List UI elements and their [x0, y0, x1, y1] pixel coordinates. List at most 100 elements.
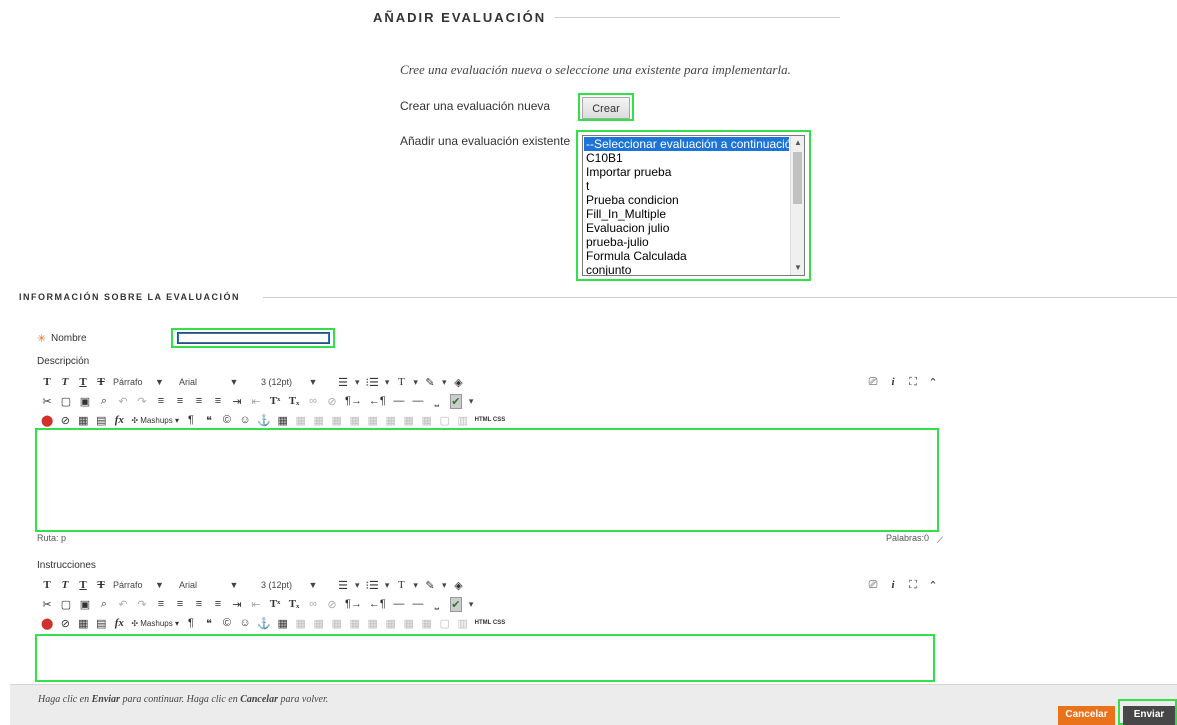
subscript-icon[interactable]: Tₓ [288, 598, 300, 610]
html-css-button[interactable]: HTML CSS [475, 417, 506, 423]
listbox-option[interactable]: Formula Calculada [584, 249, 789, 263]
anchor-icon[interactable]: ⚓ [257, 414, 271, 427]
table-col-before-icon[interactable]: ▦ [385, 617, 397, 630]
cancel-button[interactable]: Cancelar [1058, 706, 1115, 725]
copyright-icon[interactable]: © [221, 414, 233, 426]
emoticon-icon[interactable]: ☺ [239, 617, 251, 629]
line-icon[interactable]: — [412, 598, 424, 610]
table-col-delete-icon[interactable]: ▦ [421, 414, 433, 427]
listbox-option[interactable]: Prueba condicion [584, 193, 789, 207]
italic-icon[interactable]: T [59, 376, 71, 388]
fullscreen-icon[interactable]: ⛶ [907, 376, 919, 389]
media-icon[interactable]: ▤ [95, 617, 107, 630]
bullet-list-icon[interactable]: ☰ [337, 376, 349, 389]
eraser-icon[interactable]: ◈ [452, 579, 464, 592]
table-row-delete-icon[interactable]: ▦ [367, 414, 379, 427]
bullet-list-icon[interactable]: ☰ [337, 579, 349, 592]
paste-icon[interactable]: ▣ [79, 395, 91, 408]
listbox-scrollbar[interactable]: ▲ ▼ [790, 136, 804, 275]
highlight-icon[interactable]: ✎ [424, 579, 436, 592]
create-button[interactable]: Crear [582, 97, 630, 119]
redo-icon[interactable]: ↷ [136, 395, 148, 408]
table-row-insert-icon[interactable]: ▦ [331, 617, 343, 630]
justify-icon[interactable]: ≡ [212, 395, 224, 407]
paragraph-mark-icon[interactable]: ¶ [185, 617, 197, 629]
align-left-icon[interactable]: ≡ [155, 395, 167, 407]
line-icon[interactable]: — [412, 395, 424, 407]
copy-icon[interactable]: ▢ [60, 598, 72, 611]
paragraph-select[interactable]: Párrafo ▼ [113, 580, 173, 590]
preview-icon[interactable]: ⎚ [867, 579, 879, 592]
attach-icon[interactable]: ⊘ [59, 414, 71, 427]
description-editor[interactable] [38, 431, 936, 529]
instructions-editor[interactable] [38, 637, 932, 679]
formula-icon[interactable]: fx [113, 617, 125, 629]
chevron-down-icon[interactable]: ▾ [413, 377, 418, 388]
link-icon[interactable]: ∞ [307, 395, 319, 407]
unlink-icon[interactable]: ⊘ [326, 598, 338, 611]
listbox-option[interactable]: --Seleccionar evaluación a continuación-… [584, 137, 804, 151]
table-row-after-icon[interactable]: ▦ [349, 414, 361, 427]
align-center-icon[interactable]: ≡ [174, 395, 186, 407]
horizontal-rule-icon[interactable]: — [393, 598, 405, 610]
chevron-down-icon[interactable]: ▾ [385, 580, 390, 591]
font-select[interactable]: Arial ▼ [179, 580, 255, 590]
align-right-icon[interactable]: ≡ [193, 598, 205, 610]
nbsp-icon[interactable]: ⎵ [431, 395, 443, 408]
fullscreen-icon[interactable]: ⛶ [907, 579, 919, 592]
indent-icon[interactable]: ⇥ [231, 395, 243, 408]
text-color-icon[interactable]: T [395, 376, 407, 388]
indent-icon[interactable]: ⇥ [231, 598, 243, 611]
info-icon[interactable]: i [887, 579, 899, 591]
underline-icon[interactable]: T [77, 376, 89, 388]
text-color-icon[interactable]: T [395, 579, 407, 591]
ltr-icon[interactable]: ¶→ [345, 598, 362, 610]
undo-icon[interactable]: ↶ [117, 598, 129, 611]
collapse-icon[interactable]: ⌃ [927, 376, 939, 389]
chevron-down-icon[interactable]: ▾ [469, 396, 474, 407]
scroll-thumb[interactable] [793, 152, 802, 204]
eraser-icon[interactable]: ◈ [452, 376, 464, 389]
chevron-down-icon[interactable]: ▾ [442, 377, 447, 388]
table-col-after-icon[interactable]: ▦ [403, 617, 415, 630]
preview-icon[interactable]: ⎚ [867, 376, 879, 389]
table-icon[interactable]: ▦ [277, 414, 289, 427]
table-row-insert-icon[interactable]: ▦ [331, 414, 343, 427]
listbox-option[interactable]: Importar prueba [584, 165, 789, 179]
table-row-icon[interactable]: ▦ [313, 617, 325, 630]
align-center-icon[interactable]: ≡ [174, 598, 186, 610]
underline-icon[interactable]: T [77, 579, 89, 591]
table-row-after-icon[interactable]: ▦ [349, 617, 361, 630]
paragraph-mark-icon[interactable]: ¶ [185, 414, 197, 426]
redo-icon[interactable]: ↷ [136, 598, 148, 611]
horizontal-rule-icon[interactable]: — [393, 395, 405, 407]
justify-icon[interactable]: ≡ [212, 598, 224, 610]
table-props-icon[interactable]: ▦ [295, 414, 307, 427]
table-row-icon[interactable]: ▦ [313, 414, 325, 427]
bold-icon[interactable]: T [41, 376, 53, 388]
spellcheck-icon[interactable]: ✔ [449, 393, 462, 409]
table-icon[interactable]: ▦ [277, 617, 289, 630]
formula-icon[interactable]: fx [113, 414, 125, 426]
strikethrough-icon[interactable]: T [95, 376, 107, 388]
listbox-option[interactable]: Fill_In_Multiple [584, 207, 789, 221]
table-col-before-icon[interactable]: ▦ [385, 414, 397, 427]
ltr-icon[interactable]: ¶→ [345, 395, 362, 407]
scroll-up-icon[interactable]: ▲ [791, 136, 804, 150]
listbox-option[interactable]: prueba-julio [584, 235, 789, 249]
nbsp-icon[interactable]: ⎵ [431, 598, 443, 611]
chevron-down-icon[interactable]: ▾ [413, 580, 418, 591]
chevron-down-icon[interactable]: ▾ [355, 580, 360, 591]
outdent-icon[interactable]: ⇤ [250, 598, 262, 611]
italic-icon[interactable]: T [59, 579, 71, 591]
cut-icon[interactable]: ✂ [41, 395, 53, 408]
quote-icon[interactable]: ❝ [203, 617, 215, 630]
unlink-icon[interactable]: ⊘ [326, 395, 338, 408]
rtl-icon[interactable]: ←¶ [369, 598, 386, 610]
numbered-list-icon[interactable]: ⁝☰ [366, 376, 379, 389]
cut-icon[interactable]: ✂ [41, 598, 53, 611]
link-icon[interactable]: ∞ [307, 598, 319, 610]
collapse-icon[interactable]: ⌃ [927, 579, 939, 592]
align-right-icon[interactable]: ≡ [193, 395, 205, 407]
font-select[interactable]: Arial ▼ [179, 377, 255, 387]
